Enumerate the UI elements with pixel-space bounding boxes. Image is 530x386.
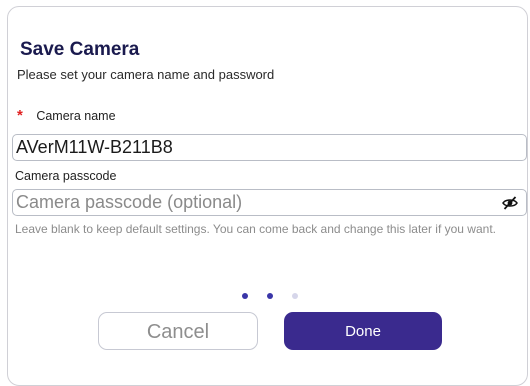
step-dot-2 (267, 293, 273, 299)
camera-name-input[interactable] (13, 135, 476, 160)
eye-slash-icon[interactable] (502, 195, 518, 211)
required-marker: * (17, 107, 23, 124)
camera-name-label-row: * Camera name (17, 108, 116, 124)
dialog-subtitle: Please set your camera name and password (17, 67, 275, 82)
passcode-hint: Leave blank to keep default settings. Yo… (15, 222, 496, 236)
camera-passcode-input[interactable] (13, 190, 476, 215)
camera-passcode-field[interactable] (12, 189, 527, 216)
step-dot-1 (242, 293, 248, 299)
step-indicator (240, 293, 300, 301)
camera-name-field[interactable] (12, 134, 527, 161)
cancel-button[interactable]: Cancel (98, 312, 258, 350)
step-dot-3 (292, 293, 298, 299)
camera-name-label: Camera name (36, 109, 116, 123)
dialog-title: Save Camera (20, 39, 140, 60)
camera-passcode-label: Camera passcode (15, 169, 117, 183)
done-button[interactable]: Done (284, 312, 442, 350)
